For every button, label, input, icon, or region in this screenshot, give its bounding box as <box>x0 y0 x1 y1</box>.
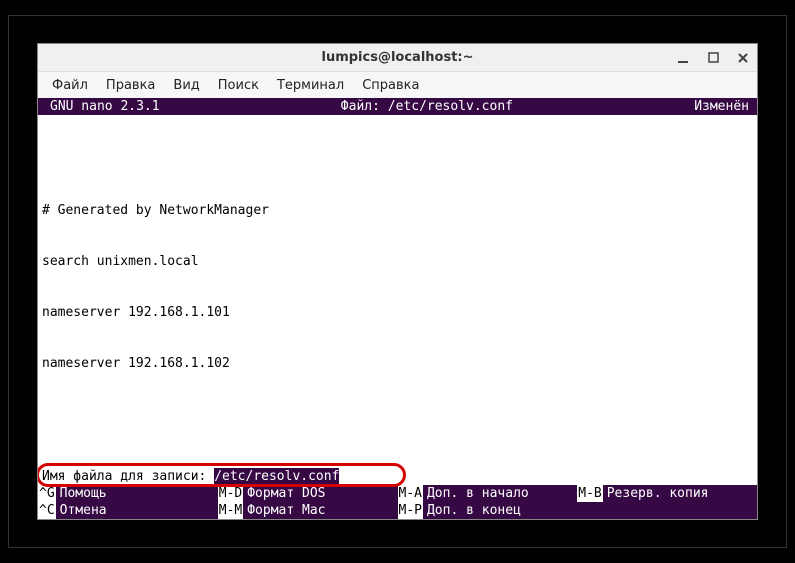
shortcut-label: Доп. в конец <box>423 502 523 519</box>
shortcut-key: ^G <box>38 485 56 502</box>
editor-line: search unixmen.local <box>42 253 753 270</box>
terminal-window: lumpics@localhost:~ Файл Правка Вид Поис… <box>37 43 758 520</box>
filename-prompt-label: Имя файла для записи: <box>42 468 214 485</box>
shortcut-key: M-M <box>218 502 243 519</box>
menubar: Файл Правка Вид Поиск Терминал Справка <box>38 72 757 98</box>
menu-help[interactable]: Справка <box>354 75 427 96</box>
nano-file-label: Файл: /etc/resolv.conf <box>160 98 695 115</box>
minimize-button[interactable] <box>675 50 691 66</box>
shortcut-label: Формат DOS <box>243 485 327 502</box>
shortcut-label: Формат Mac <box>243 502 327 519</box>
window-title: lumpics@localhost:~ <box>321 50 473 65</box>
shortcut-key: M-A <box>398 485 423 502</box>
menu-file[interactable]: Файл <box>44 75 96 96</box>
shortcut-row: ^CОтмена M-MФормат Mac M-PДоп. в конец <box>38 502 757 519</box>
editor-line: # Generated by NetworkManager <box>42 202 753 219</box>
menu-view[interactable]: Вид <box>165 75 207 96</box>
terminal-area[interactable]: GNU nano 2.3.1 Файл: /etc/resolv.conf Из… <box>38 98 757 519</box>
nano-version: GNU nano 2.3.1 <box>42 98 160 115</box>
menu-search[interactable]: Поиск <box>210 75 267 96</box>
filename-input[interactable]: /etc/resolv.conf <box>214 468 339 485</box>
shortcut-key: M-P <box>398 502 423 519</box>
shortcut-row: ^GПомощь M-DФормат DOS M-AДоп. в начало … <box>38 485 757 502</box>
shortcut-key: M-B <box>577 485 602 502</box>
editor-line: nameserver 192.168.1.101 <box>42 304 753 321</box>
nano-header: GNU nano 2.3.1 Файл: /etc/resolv.conf Из… <box>38 98 757 115</box>
nano-shortcuts: ^GПомощь M-DФормат DOS M-AДоп. в начало … <box>38 485 757 519</box>
menu-terminal[interactable]: Терминал <box>269 75 352 96</box>
editor-line <box>42 151 753 168</box>
editor-body[interactable]: # Generated by NetworkManager search uni… <box>38 115 757 467</box>
shortcut-key: ^C <box>38 502 56 519</box>
shortcut-label: Помощь <box>56 485 109 502</box>
nano-status: Изменён <box>694 98 753 115</box>
window-controls <box>675 44 751 71</box>
shortcut-label: Доп. в начало <box>423 485 531 502</box>
menu-edit[interactable]: Правка <box>98 75 163 96</box>
shortcut-label: Отмена <box>56 502 109 519</box>
editor-line: nameserver 192.168.1.102 <box>42 355 753 372</box>
close-button[interactable] <box>735 50 751 66</box>
filename-prompt-row: Имя файла для записи: /etc/resolv.conf <box>38 467 757 485</box>
shortcut-key: M-D <box>218 485 243 502</box>
titlebar: lumpics@localhost:~ <box>38 44 757 72</box>
maximize-button[interactable] <box>705 50 721 66</box>
shortcut-label: Резерв. копия <box>603 485 711 502</box>
